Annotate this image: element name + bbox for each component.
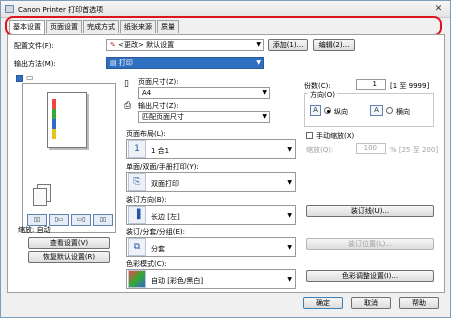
chevron-down-icon: ▼ bbox=[287, 146, 292, 153]
collate-label: 装订/分套/分组(E): bbox=[126, 228, 185, 236]
print-style-label: 单面/双面/手册打印(Y): bbox=[126, 163, 199, 171]
output-size-value: 匹配页面尺寸 bbox=[142, 113, 184, 121]
help-button[interactable]: 帮助 bbox=[399, 297, 439, 309]
printer-icon: ▤ bbox=[110, 59, 119, 67]
layout-preview: ▯▯ ▯▭ ▭▯ ▯▯ bbox=[22, 83, 116, 233]
window-title: Canon Printer 打印首选项 bbox=[18, 6, 104, 14]
restore-defaults-button[interactable]: 恢复默认设置(R) bbox=[28, 251, 110, 263]
preview-color-bar-green bbox=[52, 109, 56, 119]
chevron-down-icon: ▼ bbox=[287, 179, 292, 186]
collate-combo[interactable]: ⧉ 分套 ▼ bbox=[126, 237, 296, 257]
output-method-combo[interactable]: ▤ 打印 ▼ bbox=[106, 57, 264, 69]
color-mode-combo[interactable]: 自动 [彩色/黑白] ▼ bbox=[126, 269, 296, 289]
profile-label: 配置文件(F): bbox=[14, 42, 54, 50]
print-style-value: 双面打印 bbox=[151, 180, 179, 188]
binding-location-value: 长边 [左] bbox=[151, 213, 180, 221]
copies-spinner[interactable]: 1 bbox=[356, 79, 386, 90]
portrait-icon: A bbox=[310, 105, 321, 116]
ok-button[interactable]: 确定 bbox=[303, 297, 343, 309]
output-printer-icon: ⎙ bbox=[124, 101, 132, 111]
collate-icon: ⧉ bbox=[128, 238, 146, 256]
portrait-label: 纵向 bbox=[334, 108, 348, 116]
preview-mode-icon[interactable] bbox=[16, 75, 23, 82]
page-layout-label: 页面布局(L): bbox=[126, 130, 166, 138]
landscape-icon: A bbox=[370, 105, 383, 116]
close-button[interactable]: ✕ bbox=[433, 4, 444, 14]
paper-stack-back-icon bbox=[33, 188, 47, 206]
view-settings-button[interactable]: 查看设置(V) bbox=[28, 237, 110, 249]
page-size-label: 页面尺寸(Z): bbox=[138, 78, 179, 86]
color-settings-button[interactable]: 色彩调整设置(I)... bbox=[306, 270, 434, 282]
preview-color-bar-blue bbox=[52, 119, 56, 129]
cancel-button[interactable]: 取消 bbox=[351, 297, 391, 309]
print-style-combo[interactable]: ⎘ 双面打印 ▼ bbox=[126, 172, 296, 192]
profile-combo[interactable]: ✎ <更改> 默认设置 ▼ bbox=[106, 39, 264, 51]
profile-add-button[interactable]: 添加(1)... bbox=[268, 39, 308, 51]
copies-range: [1 至 9999] bbox=[390, 82, 430, 90]
printer-app-icon bbox=[5, 5, 14, 13]
output-size-combo[interactable]: 匹配页面尺寸 ▼ bbox=[138, 111, 270, 123]
output-size-label: 输出尺寸(Z): bbox=[138, 102, 179, 110]
chevron-down-icon: ▼ bbox=[287, 212, 292, 219]
layout-3-icon[interactable]: ▭▯ bbox=[71, 214, 91, 226]
staple-position-button[interactable]: 装订位置(L)... bbox=[306, 238, 434, 250]
portrait-radio[interactable] bbox=[324, 107, 331, 114]
output-method-label: 输出方法(M): bbox=[14, 60, 56, 68]
basic-settings-panel: 配置文件(F): ✎ <更改> 默认设置 ▼ 添加(1)... 编辑(2)...… bbox=[7, 34, 445, 293]
gutter-button[interactable]: 装订线(U)... bbox=[306, 205, 434, 217]
profile-value: <更改> 默认设置 bbox=[118, 41, 175, 49]
scaling-label: 缩放(Q): bbox=[306, 146, 334, 154]
page-size-value: A4 bbox=[142, 89, 152, 97]
one-page-icon: 1 bbox=[128, 140, 146, 158]
layout-4-icon[interactable]: ▯▯ bbox=[93, 214, 113, 226]
chevron-down-icon: ▼ bbox=[287, 244, 292, 251]
scaling-range: % [25 至 200] bbox=[390, 146, 439, 154]
preview-color-bar-red bbox=[52, 99, 56, 109]
duplex-icon: ⎘ bbox=[128, 173, 146, 191]
pencil-icon: ✎ bbox=[110, 41, 116, 49]
output-method-value: 打印 bbox=[118, 59, 133, 67]
page-icon: ▯ bbox=[124, 79, 129, 89]
landscape-radio[interactable] bbox=[386, 107, 393, 114]
color-mode-label: 色彩模式(C): bbox=[126, 260, 167, 268]
chevron-down-icon: ▼ bbox=[287, 276, 292, 283]
printer-preferences-window: Canon Printer 打印首选项 ✕ 基本设置 页面设置 完成方式 纸张来… bbox=[0, 0, 451, 318]
chevron-down-icon: ▼ bbox=[256, 59, 261, 66]
page-layout-combo[interactable]: 1 1 合1 ▼ bbox=[126, 139, 296, 159]
orientation-label: 方向(O) bbox=[308, 90, 337, 100]
manual-scaling-checkbox[interactable] bbox=[306, 132, 313, 139]
preview-page bbox=[47, 92, 87, 148]
page-layout-value: 1 合1 bbox=[151, 147, 170, 155]
scaling-spinner[interactable]: 100 bbox=[356, 143, 386, 154]
tab-highlight-annotation bbox=[5, 16, 442, 36]
layout-2-icon[interactable]: ▯▭ bbox=[49, 214, 69, 226]
collate-value: 分套 bbox=[151, 245, 165, 253]
color-mode-value: 自动 [彩色/黑白] bbox=[151, 277, 204, 285]
binding-left-icon: ▐ bbox=[128, 206, 146, 224]
preview-zoom-label: 缩放: 自动 bbox=[18, 226, 51, 234]
chevron-down-icon: ▼ bbox=[256, 41, 261, 48]
binding-location-label: 装订方向(B): bbox=[126, 196, 167, 204]
printer-small-icon: ▭ bbox=[26, 73, 34, 82]
color-mode-icon bbox=[128, 270, 146, 288]
manual-scaling-label: 手动缩放(X) bbox=[316, 132, 355, 140]
preview-color-bar-yellow bbox=[52, 129, 56, 139]
chevron-down-icon: ▼ bbox=[262, 113, 267, 120]
chevron-down-icon: ▼ bbox=[262, 89, 267, 96]
profile-edit-button[interactable]: 编辑(2)... bbox=[313, 39, 355, 51]
binding-location-combo[interactable]: ▐ 长边 [左] ▼ bbox=[126, 205, 296, 225]
page-size-combo[interactable]: A4 ▼ bbox=[138, 87, 270, 99]
landscape-label: 横向 bbox=[396, 108, 410, 116]
